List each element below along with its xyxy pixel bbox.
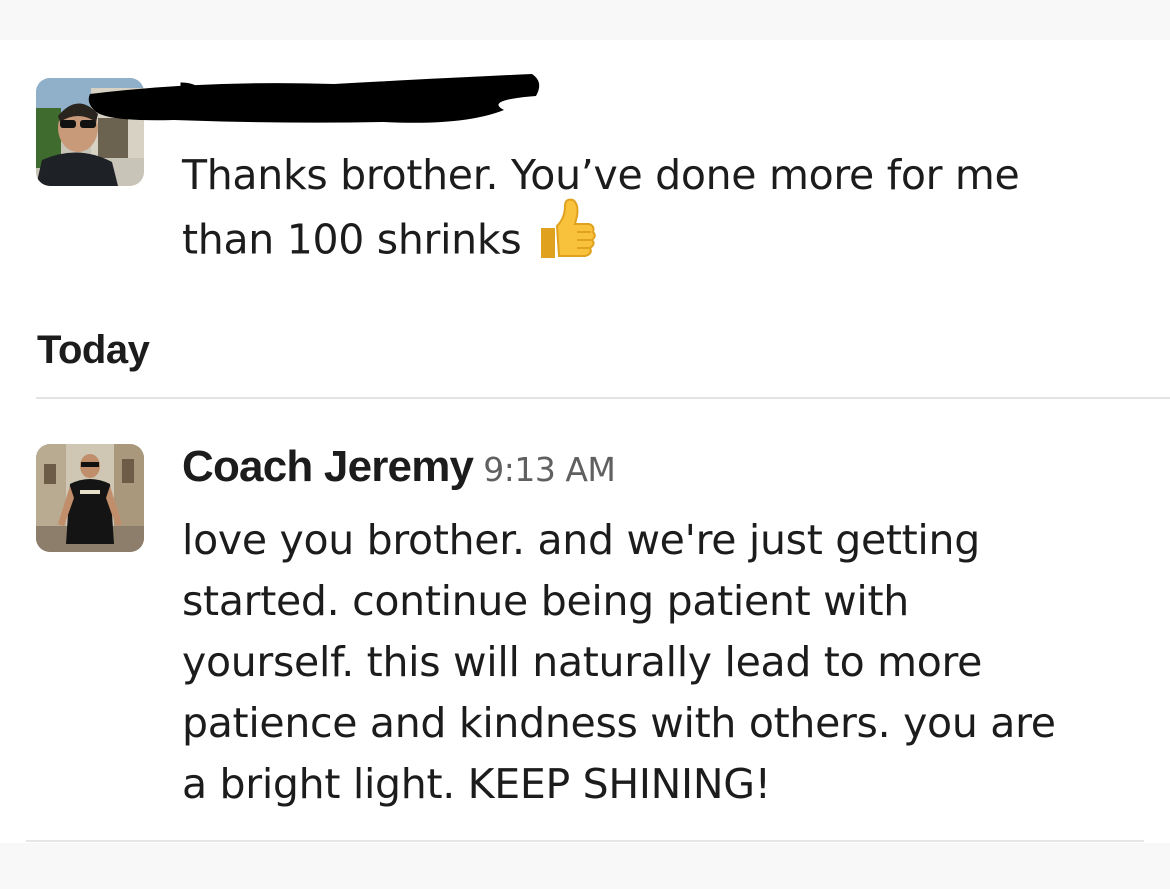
day-divider-label: Today [37,328,150,372]
message-line: a bright light. KEEP SHINING! [182,760,771,808]
message-line: Thanks brother. You’ve done more for me [182,151,1020,199]
message-text: Thanks brother. You’ve done more for me … [182,145,1020,279]
message-line: than 100 shrinks [182,198,1019,279]
top-bar [0,0,1170,40]
message-line: love you brother. and we're just getting [182,516,980,564]
timestamp[interactable]: 9:13 AM [483,450,616,489]
divider [36,397,1170,399]
sender-name[interactable]: Coach Jeremy [182,442,474,491]
redaction-mark [88,74,540,123]
message-line: yourself. this will naturally lead to mo… [182,638,983,686]
avatar[interactable] [36,444,144,552]
thumbs-up-icon [535,198,597,279]
message-line-text: than 100 shrinks [182,215,522,264]
message-line: started. continue being patient with [182,577,909,625]
message-header: Coach Jeremy 9:13 AM [182,442,616,492]
message-text: love you brother. and we're just getting… [182,510,1056,815]
divider [26,840,1144,842]
message-line: patience and kindness with others. you a… [182,699,1056,747]
bottom-bar [0,843,1170,889]
